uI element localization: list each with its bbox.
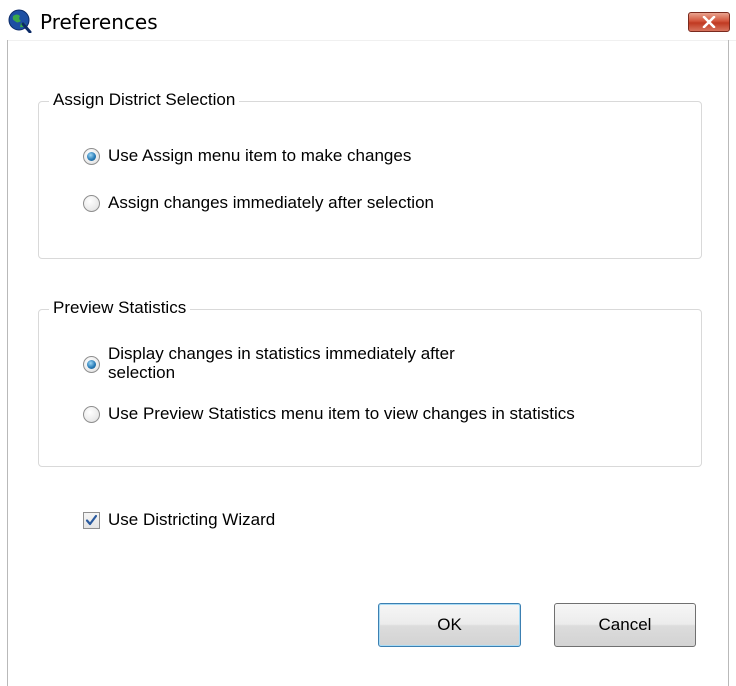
ok-button[interactable]: OK: [378, 603, 521, 647]
assign-immediately-radio-option[interactable]: Assign changes immediately after selecti…: [83, 193, 434, 212]
display-changes-immediately-radio[interactable]: [83, 356, 100, 373]
preview-statistics-legend: Preview Statistics: [49, 298, 191, 318]
use-preview-statistics-radio[interactable]: [83, 406, 100, 423]
use-assign-menu-label: Use Assign menu item to make changes: [108, 146, 412, 165]
use-preview-statistics-radio-option[interactable]: Use Preview Statistics menu item to view…: [83, 404, 575, 423]
display-changes-immediately-radio-option[interactable]: Display changes in statistics immediatel…: [83, 344, 455, 382]
close-button[interactable]: [688, 12, 730, 32]
assign-immediately-label: Assign changes immediately after selecti…: [108, 193, 434, 212]
use-assign-menu-radio[interactable]: [83, 148, 100, 165]
preferences-dialog: Preferences Assign District Selection Us…: [0, 0, 736, 686]
title-bar[interactable]: Preferences: [0, 0, 736, 41]
display-changes-immediately-label: Display changes in statistics immediatel…: [108, 344, 455, 382]
window-left-border: [0, 40, 8, 686]
cancel-button[interactable]: Cancel: [554, 603, 696, 647]
assign-immediately-radio[interactable]: [83, 195, 100, 212]
display-changes-label-line2: selection: [108, 363, 176, 382]
assign-district-selection-legend: Assign District Selection: [49, 90, 240, 110]
close-icon: [702, 16, 716, 28]
use-preview-statistics-label: Use Preview Statistics menu item to view…: [108, 404, 575, 423]
checkmark-icon: [85, 514, 98, 526]
window-right-border: [728, 40, 736, 686]
use-districting-wizard-label: Use Districting Wizard: [108, 510, 276, 529]
assign-district-selection-group: Assign District Selection: [38, 90, 702, 259]
display-changes-label-line1: Display changes in statistics immediatel…: [108, 344, 455, 363]
use-districting-wizard-option[interactable]: Use Districting Wizard: [83, 510, 275, 529]
window-title: Preferences: [40, 10, 158, 34]
preview-statistics-group: Preview Statistics: [38, 298, 702, 467]
globe-app-icon: [8, 9, 32, 34]
use-assign-menu-radio-option[interactable]: Use Assign menu item to make changes: [83, 146, 411, 165]
use-districting-wizard-checkbox[interactable]: [83, 512, 100, 529]
